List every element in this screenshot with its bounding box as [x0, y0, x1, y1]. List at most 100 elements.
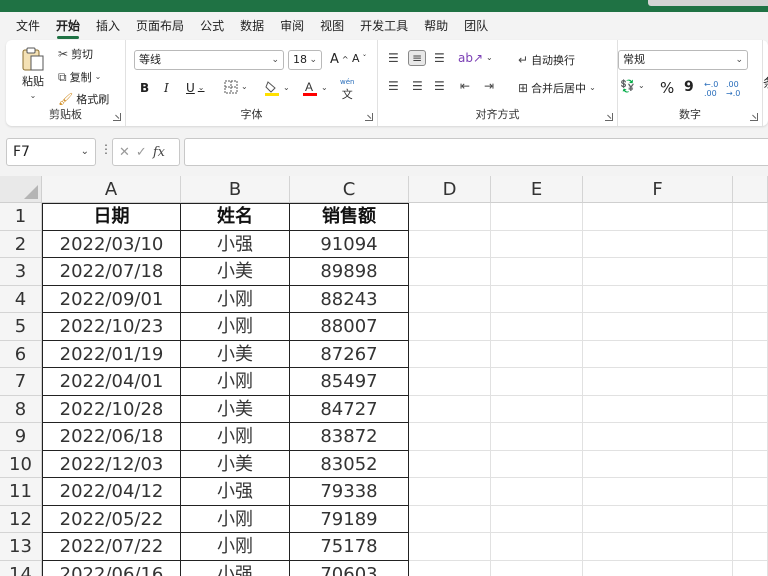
font-size-select[interactable]: 18 ⌄: [288, 50, 322, 70]
cell[interactable]: 2022/04/01: [42, 368, 181, 396]
cell[interactable]: [409, 478, 491, 506]
row-header[interactable]: 7: [0, 368, 42, 396]
cell[interactable]: [733, 285, 768, 313]
cell[interactable]: [583, 395, 733, 423]
cell[interactable]: 2022/07/18: [42, 258, 181, 286]
row-header[interactable]: 5: [0, 313, 42, 341]
column-header-a[interactable]: A: [42, 176, 181, 203]
cell[interactable]: 小美: [181, 395, 290, 423]
menu-tab-8[interactable]: 开发工具: [352, 12, 416, 40]
align-middle-button[interactable]: ≡: [408, 50, 427, 66]
accounting-format-button[interactable]: 💱 ⌄: [620, 80, 645, 92]
menu-tab-7[interactable]: 视图: [312, 12, 352, 40]
cell[interactable]: [409, 505, 491, 533]
menu-tab-5[interactable]: 数据: [232, 12, 272, 40]
cell[interactable]: [733, 423, 768, 451]
cell[interactable]: 87267: [290, 340, 409, 368]
cell[interactable]: 88243: [290, 285, 409, 313]
borders-button[interactable]: ⌄: [224, 80, 248, 94]
cell[interactable]: [409, 230, 491, 258]
cell[interactable]: [409, 560, 491, 576]
cell[interactable]: [409, 533, 491, 561]
bold-button[interactable]: B: [140, 81, 149, 95]
cell[interactable]: [409, 258, 491, 286]
cell[interactable]: 83052: [290, 450, 409, 478]
italic-button[interactable]: I: [164, 81, 169, 95]
cell[interactable]: [409, 423, 491, 451]
name-box[interactable]: F7 ⌄: [6, 138, 96, 166]
search-box[interactable]: [648, 0, 768, 6]
cell[interactable]: 2022/07/22: [42, 533, 181, 561]
cell[interactable]: [409, 285, 491, 313]
cell[interactable]: 79189: [290, 505, 409, 533]
column-header-f[interactable]: F: [583, 176, 733, 203]
dialog-launcher-icon[interactable]: [365, 113, 373, 121]
menu-tab-9[interactable]: 帮助: [416, 12, 456, 40]
cell[interactable]: 70603: [290, 560, 409, 576]
cell[interactable]: [491, 423, 583, 451]
cell[interactable]: [409, 313, 491, 341]
menu-tab-3[interactable]: 页面布局: [128, 12, 192, 40]
cell[interactable]: [583, 478, 733, 506]
cell[interactable]: 小美: [181, 258, 290, 286]
table-header-cell[interactable]: 销售额: [290, 203, 409, 231]
fill-color-button[interactable]: ⌄: [264, 80, 290, 96]
cell[interactable]: 2022/04/12: [42, 478, 181, 506]
row-header[interactable]: 6: [0, 340, 42, 368]
cell[interactable]: [733, 340, 768, 368]
cell[interactable]: 小刚: [181, 505, 290, 533]
cell[interactable]: [583, 230, 733, 258]
check-icon[interactable]: ✓: [136, 145, 147, 160]
orientation-button[interactable]: ab↗ ⌄: [458, 52, 493, 64]
row-header[interactable]: 1: [0, 203, 42, 231]
row-header[interactable]: 8: [0, 395, 42, 423]
row-header[interactable]: 9: [0, 423, 42, 451]
cell[interactable]: [409, 368, 491, 396]
align-center-button[interactable]: ☰: [412, 80, 423, 92]
cell[interactable]: [733, 230, 768, 258]
grow-font-button[interactable]: A ^: [330, 52, 349, 67]
menu-tab-1[interactable]: 开始: [48, 12, 88, 40]
row-header[interactable]: 4: [0, 285, 42, 313]
cell[interactable]: [583, 450, 733, 478]
cell[interactable]: [733, 533, 768, 561]
menu-tab-10[interactable]: 团队: [456, 12, 496, 40]
cell[interactable]: [491, 258, 583, 286]
cell[interactable]: 小美: [181, 450, 290, 478]
comma-style-button[interactable]: 9: [684, 79, 694, 95]
cancel-icon[interactable]: ✕: [119, 145, 130, 160]
cell[interactable]: 2022/03/10: [42, 230, 181, 258]
formula-input[interactable]: [184, 138, 768, 166]
phonetic-button[interactable]: wén 文: [340, 78, 354, 102]
cell[interactable]: [733, 203, 768, 231]
cell[interactable]: 小强: [181, 230, 290, 258]
cell[interactable]: 85497: [290, 368, 409, 396]
insert-function-button[interactable]: fx: [153, 145, 165, 160]
percent-button[interactable]: %: [660, 79, 674, 97]
cell[interactable]: 2022/12/03: [42, 450, 181, 478]
cell[interactable]: 91094: [290, 230, 409, 258]
cell[interactable]: 小刚: [181, 533, 290, 561]
cell[interactable]: 2022/06/18: [42, 423, 181, 451]
cell[interactable]: 84727: [290, 395, 409, 423]
cell[interactable]: [733, 313, 768, 341]
cell[interactable]: 小刚: [181, 423, 290, 451]
menu-tab-2[interactable]: 插入: [88, 12, 128, 40]
cell[interactable]: 2022/05/22: [42, 505, 181, 533]
cell[interactable]: [733, 478, 768, 506]
cell[interactable]: 2022/10/23: [42, 313, 181, 341]
row-header[interactable]: 10: [0, 450, 42, 478]
cell[interactable]: 2022/09/01: [42, 285, 181, 313]
cell[interactable]: [733, 560, 768, 576]
cell[interactable]: [583, 533, 733, 561]
cell[interactable]: [733, 395, 768, 423]
cell[interactable]: [409, 340, 491, 368]
menu-tab-0[interactable]: 文件: [8, 12, 48, 40]
cell[interactable]: [409, 395, 491, 423]
format-painter-button[interactable]: 🖌 格式刷: [58, 91, 109, 107]
row-header[interactable]: 11: [0, 478, 42, 506]
cell[interactable]: [491, 560, 583, 576]
cell[interactable]: 2022/10/28: [42, 395, 181, 423]
menu-tab-4[interactable]: 公式: [192, 12, 232, 40]
align-left-button[interactable]: ☰: [388, 80, 399, 92]
